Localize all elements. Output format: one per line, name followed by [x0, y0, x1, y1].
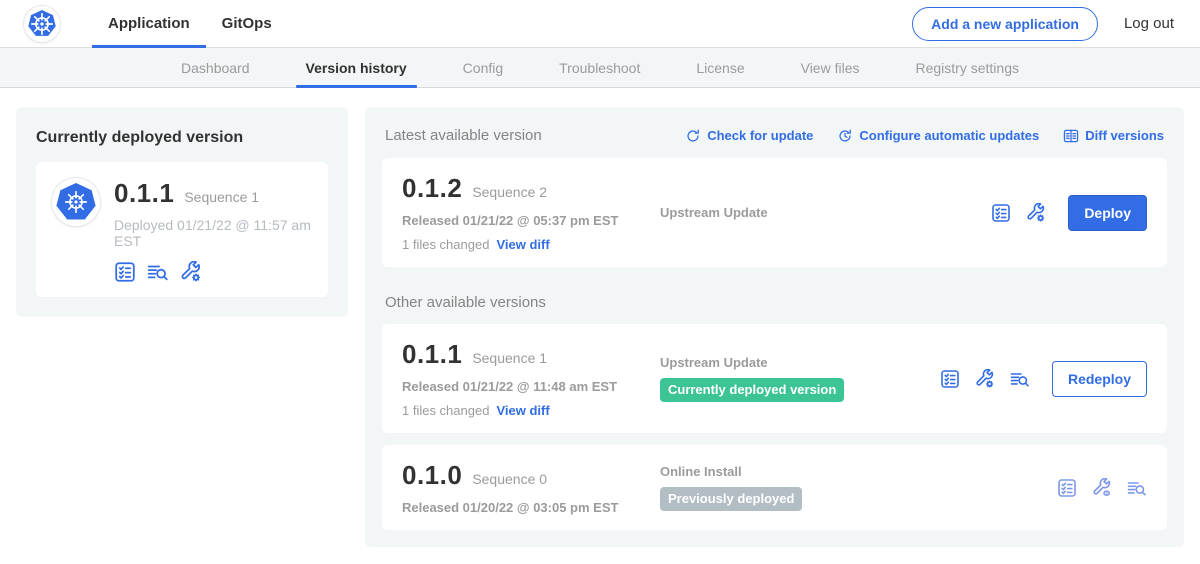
diff-versions-link[interactable]: Diff versions	[1063, 128, 1164, 144]
logout-button[interactable]: Log out	[1124, 15, 1174, 32]
subtab-dashboard[interactable]: Dashboard	[153, 48, 278, 87]
version-source: Upstream Update	[660, 355, 940, 370]
subtab-registry-settings[interactable]: Registry settings	[888, 48, 1047, 87]
files-changed-label: 1 files changed	[402, 403, 489, 418]
preflight-checklist-icon[interactable]	[940, 369, 960, 389]
preflight-checklist-icon[interactable]	[114, 261, 136, 283]
helm-wheel-icon	[62, 188, 90, 216]
edit-config-icon[interactable]	[975, 369, 995, 389]
released-timestamp: Released 01/21/22 @ 05:37 pm EST	[402, 213, 660, 228]
preflight-checklist-icon[interactable]	[991, 203, 1011, 223]
released-timestamp: Released 01/20/22 @ 03:05 pm EST	[402, 500, 660, 515]
subtab-view-files[interactable]: View files	[773, 48, 888, 87]
view-logs-icon[interactable]	[147, 261, 169, 283]
other-versions-title: Other available versions	[385, 294, 1164, 311]
version-sequence: Sequence 0	[472, 471, 547, 487]
add-application-button[interactable]: Add a new application	[912, 7, 1098, 41]
version-row-0-1-2: 0.1.2 Sequence 2 Released 01/21/22 @ 05:…	[382, 158, 1167, 267]
schedule-icon	[837, 128, 853, 144]
configure-updates-label: Configure automatic updates	[859, 128, 1039, 143]
subtab-license[interactable]: License	[668, 48, 772, 87]
version-history-panel: Latest available version Check for updat…	[365, 107, 1184, 547]
check-for-update-label: Check for update	[707, 128, 813, 143]
configure-automatic-updates-link[interactable]: Configure automatic updates	[837, 128, 1039, 144]
panel-actions: Check for update Configure automatic upd…	[685, 128, 1164, 144]
top-bar: Application GitOps Add a new application…	[0, 0, 1200, 48]
diff-icon	[1063, 128, 1079, 144]
diff-versions-label: Diff versions	[1085, 128, 1164, 143]
check-for-update-link[interactable]: Check for update	[685, 128, 813, 144]
version-row-0-1-1: 0.1.1 Sequence 1 Released 01/21/22 @ 11:…	[382, 324, 1167, 433]
kots-admin-console: Application GitOps Add a new application…	[0, 0, 1200, 564]
deployed-timestamp: Deployed 01/21/22 @ 11:57 am EST	[114, 217, 312, 249]
files-changed-label: 1 files changed	[402, 237, 489, 252]
version-number: 0.1.0	[402, 460, 462, 491]
view-logs-icon[interactable]	[1010, 369, 1030, 389]
version-source: Upstream Update	[660, 205, 940, 220]
version-source: Online Install	[660, 464, 940, 479]
version-number: 0.1.1	[402, 339, 462, 370]
deploy-button[interactable]: Deploy	[1068, 195, 1147, 231]
deployed-version-summary: 0.1.1 Sequence 1 Deployed 01/21/22 @ 11:…	[36, 162, 328, 297]
refresh-icon	[685, 128, 701, 144]
redeploy-button[interactable]: Redeploy	[1052, 361, 1147, 397]
tab-gitops[interactable]: GitOps	[206, 0, 288, 47]
version-sequence: Sequence 1	[472, 350, 547, 366]
previously-deployed-badge: Previously deployed	[660, 487, 802, 511]
edit-config-icon[interactable]	[1026, 203, 1046, 223]
subtab-version-history[interactable]: Version history	[278, 48, 435, 87]
subtab-troubleshoot[interactable]: Troubleshoot	[531, 48, 668, 87]
primary-nav: Application GitOps	[92, 0, 288, 47]
currently-deployed-card: Currently deployed version 0.1.1 Sequenc…	[16, 107, 348, 317]
helm-wheel-icon	[28, 10, 56, 38]
currently-deployed-badge: Currently deployed version	[660, 378, 844, 402]
view-diff-link[interactable]: View diff	[496, 237, 549, 252]
preflight-checklist-icon[interactable]	[1057, 478, 1077, 498]
version-sequence: Sequence 2	[472, 184, 547, 200]
deployed-card-title: Currently deployed version	[36, 129, 328, 147]
deployed-sequence: Sequence 1	[184, 189, 259, 205]
view-logs-icon[interactable]	[1127, 478, 1147, 498]
latest-version-title: Latest available version	[385, 127, 542, 144]
view-diff-link[interactable]: View diff	[496, 403, 549, 418]
main-content: Currently deployed version 0.1.1 Sequenc…	[0, 88, 1200, 547]
subtab-config[interactable]: Config	[435, 48, 531, 87]
view-config-icon[interactable]	[1092, 478, 1112, 498]
kubernetes-logo	[24, 6, 60, 42]
version-number: 0.1.2	[402, 173, 462, 204]
app-subnav: Dashboard Version history Config Trouble…	[0, 48, 1200, 88]
deployed-version-number: 0.1.1	[114, 178, 174, 209]
released-timestamp: Released 01/21/22 @ 11:48 am EST	[402, 379, 660, 394]
kubernetes-logo	[52, 178, 100, 226]
edit-config-icon[interactable]	[180, 261, 202, 283]
version-row-0-1-0: 0.1.0 Sequence 0 Released 01/20/22 @ 03:…	[382, 445, 1167, 530]
tab-application[interactable]: Application	[92, 0, 206, 47]
